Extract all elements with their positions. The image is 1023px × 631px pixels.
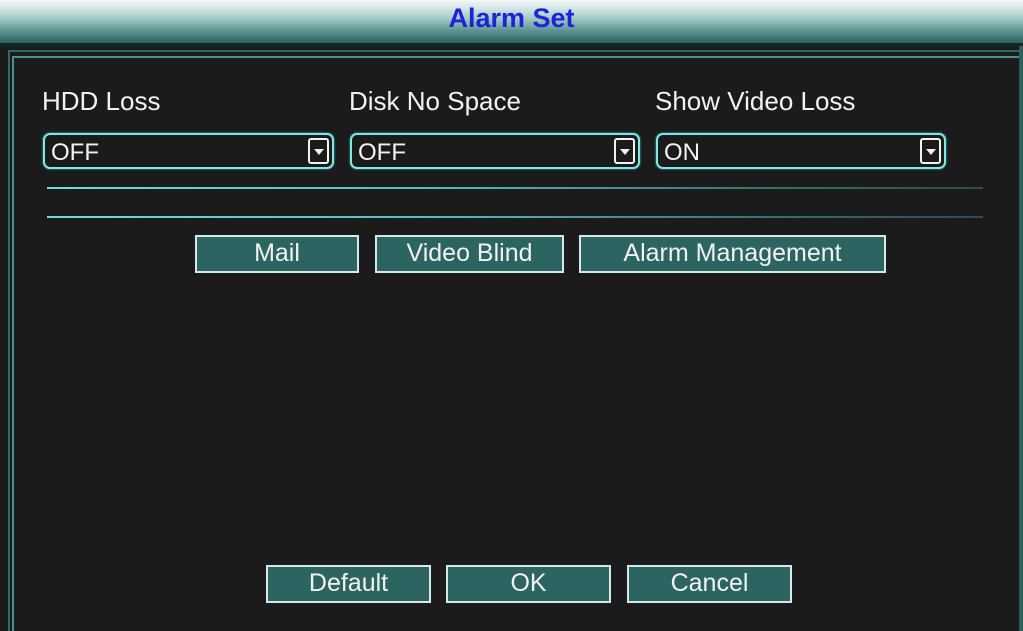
mail-button[interactable]: Mail: [195, 235, 359, 273]
disk-no-space-label: Disk No Space: [349, 86, 521, 116]
alarm-management-button[interactable]: Alarm Management: [579, 235, 886, 273]
chevron-down-icon[interactable]: [614, 138, 635, 164]
video-blind-button[interactable]: Video Blind: [375, 235, 564, 273]
disk-no-space-select[interactable]: OFF: [350, 133, 640, 169]
alarm-set-window: Alarm Set HDD Loss OFF Disk No Space OFF…: [0, 0, 1023, 631]
divider-bottom: [47, 216, 983, 218]
ok-button[interactable]: OK: [446, 565, 611, 603]
right-border: [1019, 46, 1023, 631]
hdd-loss-select[interactable]: OFF: [43, 133, 334, 169]
show-video-loss-label: Show Video Loss: [655, 86, 856, 116]
window-title: Alarm Set: [448, 3, 575, 33]
cancel-button[interactable]: Cancel: [627, 565, 792, 603]
title-bar[interactable]: Alarm Set: [0, 0, 1023, 46]
hdd-loss-value: OFF: [51, 139, 99, 166]
default-button[interactable]: Default: [266, 565, 431, 603]
chevron-down-icon[interactable]: [920, 138, 941, 164]
hdd-loss-label: HDD Loss: [42, 86, 161, 116]
divider-top: [47, 187, 983, 189]
chevron-down-icon[interactable]: [308, 138, 329, 164]
disk-no-space-value: OFF: [358, 139, 406, 166]
show-video-loss-value: ON: [664, 139, 700, 166]
show-video-loss-select[interactable]: ON: [656, 133, 946, 169]
